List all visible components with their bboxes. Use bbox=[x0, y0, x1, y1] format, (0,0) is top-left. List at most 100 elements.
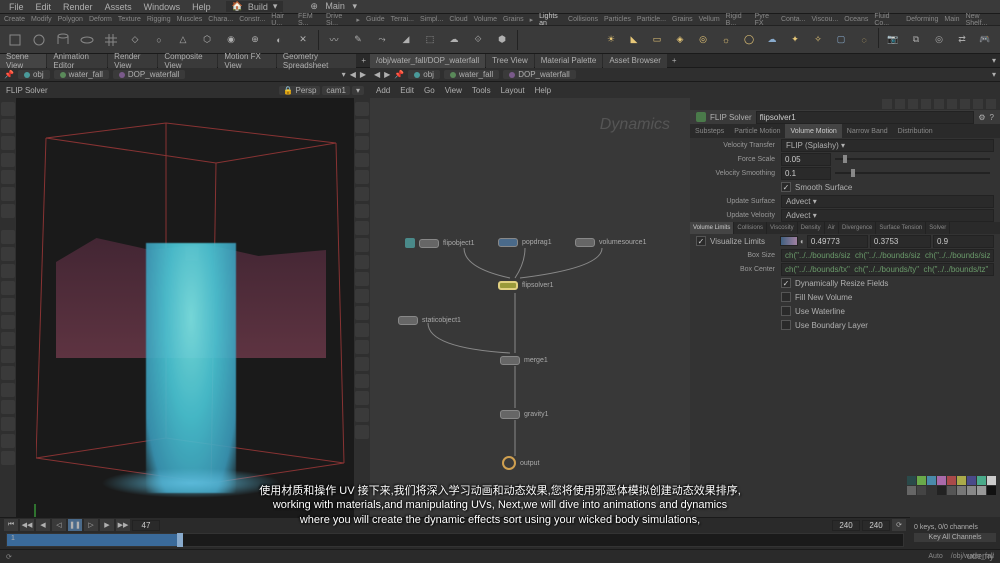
update-surface-dropdown[interactable]: Advect ▾ bbox=[781, 195, 994, 208]
tool-icon[interactable] bbox=[1, 417, 15, 431]
shelftab[interactable]: Grains bbox=[672, 16, 693, 23]
path-back-icon[interactable]: ◀ bbox=[350, 70, 356, 79]
waterline-checkbox[interactable] bbox=[781, 306, 791, 316]
camera-switcher-icon[interactable]: ⇄ bbox=[951, 28, 973, 52]
auto-update-toggle[interactable]: Auto bbox=[928, 553, 942, 560]
node-volumesource[interactable]: volumesource1 bbox=[575, 238, 646, 247]
velocity-transfer-dropdown[interactable]: FLIP (Splashy) ▾ bbox=[781, 139, 994, 152]
color-swatch[interactable] bbox=[927, 486, 936, 495]
stab-collisions[interactable]: Collisions bbox=[734, 222, 767, 234]
light-caustic-icon[interactable]: ✧ bbox=[807, 28, 829, 52]
tool-icon[interactable] bbox=[1, 170, 15, 184]
display-option-icon[interactable] bbox=[355, 340, 369, 354]
tool-path[interactable]: ⤳ bbox=[371, 28, 393, 52]
display-option-icon[interactable] bbox=[355, 187, 369, 201]
display-option-icon[interactable] bbox=[355, 136, 369, 150]
prev-frame-button[interactable]: ◁ bbox=[52, 519, 66, 531]
display-option-icon[interactable] bbox=[355, 102, 369, 116]
shelftab[interactable]: Guide bbox=[366, 16, 385, 23]
shelftab-lights[interactable]: Lights an bbox=[539, 13, 562, 27]
tool-generic[interactable]: ⟐ bbox=[467, 28, 489, 52]
shelftab[interactable]: Texture bbox=[118, 16, 141, 23]
shelftab[interactable]: Viscou... bbox=[812, 16, 839, 23]
color-swatch[interactable] bbox=[987, 486, 996, 495]
color-swatch[interactable] bbox=[977, 486, 986, 495]
force-scale-slider[interactable] bbox=[835, 158, 990, 160]
color-swatch[interactable] bbox=[917, 476, 926, 485]
path-dropdown-icon[interactable]: ▾ bbox=[992, 70, 996, 79]
move-tool-icon[interactable] bbox=[1, 119, 15, 133]
light-spot-icon[interactable]: ◣ bbox=[623, 28, 645, 52]
color-swatch[interactable] bbox=[927, 476, 936, 485]
add-tab-icon[interactable]: + bbox=[357, 56, 370, 65]
tool-generic[interactable]: ⬢ bbox=[491, 28, 513, 52]
shelftab[interactable]: Deform bbox=[89, 16, 112, 23]
breadcrumb-obj[interactable]: obj bbox=[18, 70, 50, 79]
shelftab[interactable]: Muscles bbox=[177, 16, 203, 23]
next-frame-button[interactable]: ▷ bbox=[84, 519, 98, 531]
timeline-track[interactable]: 1 bbox=[6, 533, 904, 547]
tool-icon[interactable] bbox=[1, 264, 15, 278]
velocity-smoothing-input[interactable] bbox=[781, 167, 831, 180]
vis-val-input[interactable] bbox=[807, 235, 868, 248]
display-option-icon[interactable] bbox=[355, 255, 369, 269]
display-option-icon[interactable] bbox=[355, 221, 369, 235]
radial-menu-button[interactable]: ⊕ Main ▾ bbox=[305, 1, 362, 12]
stab-surface-tension[interactable]: Surface Tension bbox=[876, 222, 926, 234]
menu-edit[interactable]: Edit bbox=[31, 2, 57, 12]
param-tool-icon[interactable] bbox=[986, 99, 996, 109]
netmenu-tools[interactable]: Tools bbox=[472, 86, 491, 95]
light-sky-icon[interactable]: ☁ bbox=[761, 28, 783, 52]
color-swatch[interactable] bbox=[987, 476, 996, 485]
tab-anim-editor[interactable]: Animation Editor bbox=[47, 54, 107, 68]
stab-solver[interactable]: Solver bbox=[926, 222, 950, 234]
vis-val-input[interactable] bbox=[870, 235, 931, 248]
camera-selector[interactable]: cam1 bbox=[322, 86, 350, 95]
shelftab[interactable]: Collisions bbox=[568, 16, 598, 23]
netmenu-add[interactable]: Add bbox=[376, 86, 390, 95]
shelftab[interactable]: FEM S... bbox=[298, 13, 320, 27]
param-tool-icon[interactable] bbox=[947, 99, 957, 109]
breadcrumb-dop[interactable]: DOP_waterfall bbox=[503, 70, 576, 79]
display-option-icon[interactable] bbox=[355, 170, 369, 184]
tool-generic[interactable]: ◢ bbox=[395, 28, 417, 52]
menu-render[interactable]: Render bbox=[58, 2, 98, 12]
camera-stereo-icon[interactable]: ⧉ bbox=[905, 28, 927, 52]
node-popdrag[interactable]: popdrag1 bbox=[498, 238, 552, 247]
display-option-icon[interactable] bbox=[355, 357, 369, 371]
tab-network[interactable]: /obj/water_fall/DOP_waterfall bbox=[370, 54, 485, 68]
current-frame-input[interactable] bbox=[132, 520, 160, 531]
netmenu-layout[interactable]: Layout bbox=[501, 86, 525, 95]
color-swatch[interactable] bbox=[937, 486, 946, 495]
tab-composite[interactable]: Composite View bbox=[158, 54, 217, 68]
param-tool-icon[interactable] bbox=[921, 99, 931, 109]
pin-icon[interactable]: 📌 bbox=[4, 70, 14, 79]
ptab-distribution[interactable]: Distribution bbox=[893, 124, 938, 138]
tab-tree-view[interactable]: Tree View bbox=[486, 54, 534, 68]
pane-menu-icon[interactable]: ▾ bbox=[988, 56, 1000, 65]
tab-asset-browser[interactable]: Asset Browser bbox=[603, 54, 667, 68]
display-option-icon[interactable] bbox=[355, 391, 369, 405]
tool-grid[interactable] bbox=[100, 28, 122, 52]
display-option-icon[interactable] bbox=[355, 323, 369, 337]
shelftab[interactable]: Oceans bbox=[844, 16, 868, 23]
tool-generic[interactable]: ⬡ bbox=[196, 28, 218, 52]
camera-gamepad-icon[interactable]: 🎮 bbox=[974, 28, 996, 52]
param-tool-icon[interactable] bbox=[882, 99, 892, 109]
path-dropdown-icon[interactable]: ▾ bbox=[342, 70, 346, 79]
shelftab[interactable]: Chara... bbox=[208, 16, 233, 23]
param-tool-icon[interactable] bbox=[934, 99, 944, 109]
netmenu-go[interactable]: Go bbox=[424, 86, 435, 95]
node-flipsolver[interactable]: flipsolver1 bbox=[498, 281, 554, 290]
light-point-icon[interactable]: ☀ bbox=[600, 28, 622, 52]
stab-volume-limits[interactable]: Volume Limits bbox=[690, 222, 734, 234]
network-editor[interactable]: Dynamics flipobject1 popdrag1 volumesour… bbox=[370, 98, 690, 534]
realtime-toggle[interactable]: ⟳ bbox=[892, 519, 906, 531]
ptab-substeps[interactable]: Substeps bbox=[690, 124, 729, 138]
timeline-cursor[interactable] bbox=[177, 533, 183, 547]
tool-icon[interactable] bbox=[1, 434, 15, 448]
stab-density[interactable]: Density bbox=[798, 222, 825, 234]
alpha-icon[interactable]: ◐ bbox=[800, 237, 805, 246]
tool-icon[interactable] bbox=[1, 204, 15, 218]
shelftab[interactable]: Particles bbox=[604, 16, 631, 23]
